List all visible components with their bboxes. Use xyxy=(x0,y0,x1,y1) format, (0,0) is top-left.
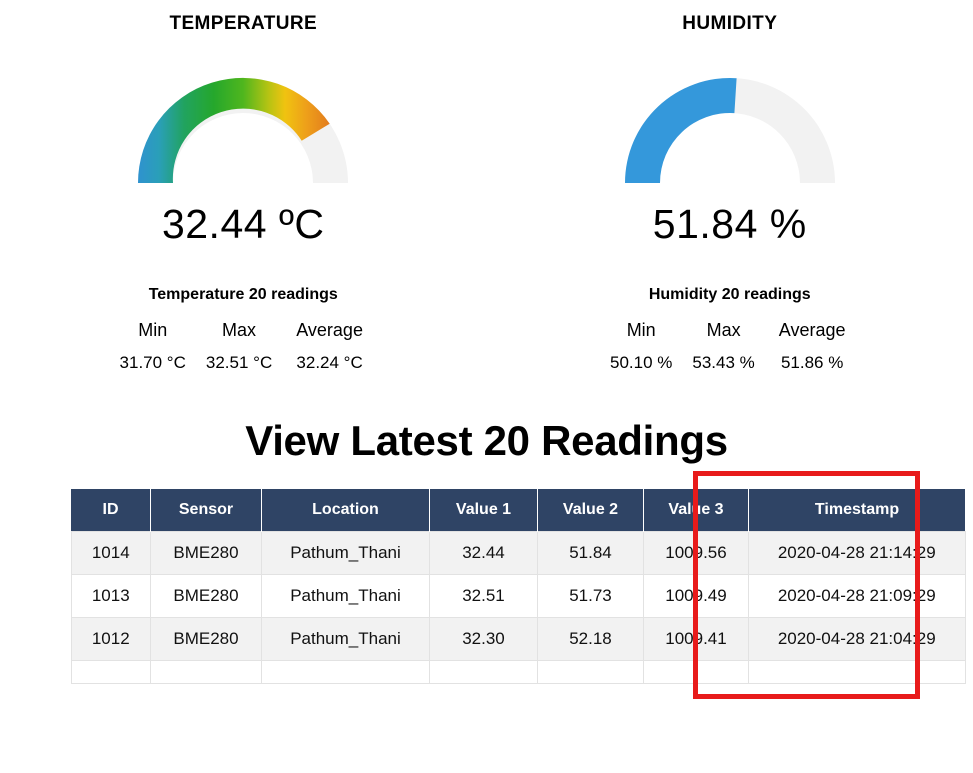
cell-sensor: BME280 xyxy=(150,617,262,661)
cell-location: Pathum_Thani xyxy=(261,531,430,575)
humidity-panel: HUMIDITY 51.84 % xyxy=(487,0,973,248)
stats-value-row: 31.70 °C 32.51 °C 32.24 °C xyxy=(110,353,377,373)
cell-id: 1013 xyxy=(70,574,151,618)
cell-sensor: BME280 xyxy=(150,531,262,575)
stats-col-min: Min xyxy=(138,320,168,340)
stats-col-min: Min xyxy=(626,320,656,340)
temperature-stats-caption: Temperature 20 readings xyxy=(148,286,338,303)
temperature-min-value: 31.70 °C xyxy=(119,353,186,372)
gauges-row: TEMPERATURE 32.44 ºC HUMIDITY 51.84 % xyxy=(0,0,973,248)
cell-value3: 1009.41 xyxy=(643,617,749,661)
column-header-location[interactable]: Location xyxy=(261,489,430,532)
column-header-value1[interactable]: Value 1 xyxy=(429,489,538,532)
stats-header-row: Min Max Average xyxy=(600,320,860,353)
cell-value1 xyxy=(429,660,538,684)
temperature-gauge-svg xyxy=(138,77,349,183)
cell-location: Pathum_Thani xyxy=(261,617,430,661)
temperature-panel: TEMPERATURE 32.44 ºC xyxy=(0,0,487,248)
cell-id: 1014 xyxy=(70,531,151,575)
humidity-value: 51.84 % xyxy=(652,201,807,247)
cell-value2 xyxy=(537,660,644,684)
cell-value3 xyxy=(643,660,749,684)
humidity-stats: Humidity 20 readings Min Max Average 50.… xyxy=(487,286,973,373)
stats-col-average: Average xyxy=(296,320,363,340)
humidity-gauge xyxy=(607,53,853,185)
humidity-average-value: 51.86 % xyxy=(780,353,844,372)
stats-row: Temperature 20 readings Min Max Average … xyxy=(0,286,973,373)
cell-timestamp: 2020-04-28 21:04:29 xyxy=(748,617,966,661)
column-header-sensor[interactable]: Sensor xyxy=(150,489,262,532)
humidity-stats-caption: Humidity 20 readings xyxy=(648,286,811,303)
cell-value2: 52.18 xyxy=(537,617,644,661)
cell-value2: 51.84 xyxy=(537,531,644,575)
temperature-stats: Temperature 20 readings Min Max Average … xyxy=(0,286,487,373)
cell-id xyxy=(70,660,151,684)
cell-location xyxy=(261,660,430,684)
table-row[interactable] xyxy=(70,660,966,684)
stats-header-row: Min Max Average xyxy=(110,320,377,353)
humidity-title: HUMIDITY xyxy=(682,13,778,34)
stats-col-max: Max xyxy=(706,320,741,340)
cell-sensor: BME280 xyxy=(150,574,262,618)
cell-location: Pathum_Thani xyxy=(261,574,430,618)
column-header-value2[interactable]: Value 2 xyxy=(537,489,644,532)
humidity-gauge-fill xyxy=(624,77,737,183)
column-header-timestamp[interactable]: Timestamp xyxy=(748,489,965,532)
temperature-title: TEMPERATURE xyxy=(169,13,318,34)
column-header-value3[interactable]: Value 3 xyxy=(643,489,749,532)
readings-header-row: ID Sensor Location Value 1 Value 2 Value… xyxy=(71,489,965,532)
cell-timestamp: 2020-04-28 21:14:29 xyxy=(748,531,966,575)
readings-table-area: ID Sensor Location Value 1 Value 2 Value… xyxy=(70,471,966,699)
humidity-min-value: 50.10 % xyxy=(610,353,673,372)
cell-value1: 32.30 xyxy=(429,617,538,661)
readings-table: ID Sensor Location Value 1 Value 2 Value… xyxy=(70,489,966,684)
temperature-stats-table: Min Max Average 31.70 °C 32.51 °C 32.24 … xyxy=(110,320,377,373)
humidity-stats-table: Min Max Average 50.10 % 53.43 % 51.86 % xyxy=(600,320,860,373)
cell-id: 1012 xyxy=(70,617,151,661)
cell-value2: 51.73 xyxy=(537,574,644,618)
cell-value1: 32.44 xyxy=(429,531,538,575)
table-row[interactable]: 1012 BME280 Pathum_Thani 32.30 52.18 100… xyxy=(70,617,966,661)
cell-timestamp: 2020-04-28 21:09:29 xyxy=(748,574,966,618)
cell-value3: 1009.56 xyxy=(643,531,749,575)
temperature-gauge-fill xyxy=(138,77,330,183)
temperature-max-value: 32.51 °C xyxy=(205,353,273,372)
temperature-average-value: 32.24 °C xyxy=(296,353,363,372)
cell-timestamp xyxy=(748,660,966,684)
readings-table-body: 1014 BME280 Pathum_Thani 32.44 51.84 100… xyxy=(70,531,966,684)
column-header-id[interactable]: ID xyxy=(71,489,151,532)
table-row[interactable]: 1014 BME280 Pathum_Thani 32.44 51.84 100… xyxy=(70,531,966,575)
stats-value-row: 50.10 % 53.43 % 51.86 % xyxy=(600,353,860,373)
table-row[interactable]: 1013 BME280 Pathum_Thani 32.51 51.73 100… xyxy=(70,574,966,618)
cell-sensor xyxy=(150,660,262,684)
humidity-gauge-svg xyxy=(624,77,835,183)
temperature-gauge xyxy=(120,53,366,185)
humidity-max-value: 53.43 % xyxy=(692,353,755,372)
cell-value3: 1009.49 xyxy=(643,574,749,618)
stats-col-average: Average xyxy=(778,320,846,340)
readings-table-head: ID Sensor Location Value 1 Value 2 Value… xyxy=(71,489,965,532)
stats-col-max: Max xyxy=(222,320,257,340)
page-title: View Latest 20 Readings xyxy=(245,417,728,464)
temperature-value: 32.44 ºC xyxy=(161,201,325,247)
cell-value1: 32.51 xyxy=(429,574,538,618)
